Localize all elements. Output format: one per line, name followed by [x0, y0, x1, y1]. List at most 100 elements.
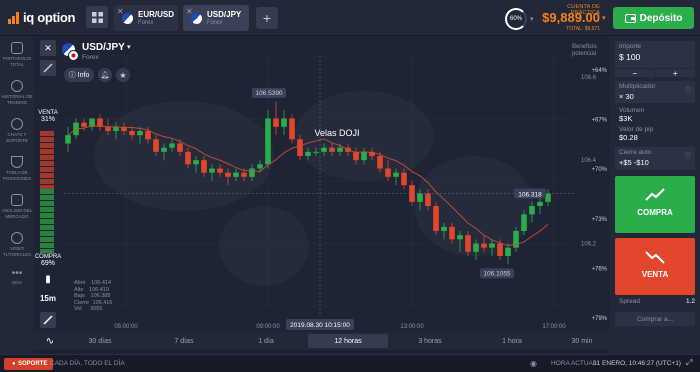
time-label: HORA ACTUAL:: [551, 360, 599, 367]
multiplier-value: × 30: [619, 92, 634, 101]
amount-value[interactable]: $ 100: [615, 52, 695, 62]
sidebar-item-analysis[interactable]: ANÁLISIS DEL MERCADO: [0, 194, 34, 219]
sidebar-item-label: HISTORIAL DE TRADING: [1, 94, 33, 105]
play-icon: [11, 232, 23, 244]
multiplier-field[interactable]: Multiplicador × 30 ⓘ: [615, 81, 695, 103]
ohlc-label: Vol: [74, 306, 82, 312]
sidebar-item-videos[interactable]: VIDEO TUTORIALES: [0, 232, 34, 257]
candle-body: [377, 156, 383, 169]
profit-tick-label: +67%: [591, 118, 607, 124]
info-icon[interactable]: ⓘ: [685, 85, 691, 94]
sidebar-item-more[interactable]: ••• MÁS: [0, 269, 34, 286]
brand-logo[interactable]: iq option: [8, 10, 75, 25]
chevron-down-icon[interactable]: ▾: [127, 43, 131, 51]
candle-body: [385, 168, 391, 177]
add-tab-button[interactable]: +: [256, 7, 278, 29]
balance-caret-icon[interactable]: ▾: [602, 14, 606, 22]
period-3h[interactable]: 3 horas: [390, 334, 470, 348]
plus-icon: +: [262, 10, 272, 26]
ohlc-value: 3055: [90, 306, 103, 312]
amount-increase-button[interactable]: +: [654, 69, 696, 78]
candle-body: [161, 147, 167, 152]
chat-icon: [11, 118, 23, 130]
assets-grid-button[interactable]: [86, 6, 108, 28]
wave-tool-button[interactable]: ∿: [42, 334, 58, 348]
pip-label: Valor de pip: [619, 126, 654, 133]
candle-body: [289, 118, 295, 140]
sidebar-item-label: MÁS: [12, 280, 22, 285]
candle-body: [217, 168, 223, 173]
balance-value[interactable]: $9,889.00: [540, 10, 600, 25]
pip-value: $0.28: [619, 133, 638, 142]
candle-body: [273, 118, 279, 127]
trend-down-icon: [645, 251, 665, 264]
sidebar-item-history[interactable]: HISTORIAL DE TRADING: [0, 80, 34, 105]
drawing-tools-button[interactable]: [40, 312, 56, 328]
timeframe-button[interactable]: 15m: [36, 294, 60, 308]
candle-body: [105, 126, 111, 131]
auto-close-field[interactable]: Cierre auto +$5 -$10 ⓘ: [615, 147, 695, 170]
current-price-label: 106.318: [518, 192, 542, 199]
favorite-button[interactable]: ★: [116, 68, 130, 82]
sidebar-item-label: VIDEO TUTORIALES: [2, 246, 32, 257]
potential-profit-label: Beneficio potencial: [572, 44, 597, 57]
draw-tool-button[interactable]: [40, 60, 56, 76]
sidebar-item-label: TABLA DE POSICIONES: [2, 170, 31, 181]
candle-body: [329, 147, 335, 152]
candle-body: [361, 151, 367, 161]
info-button[interactable]: ⓘ Info: [64, 68, 94, 82]
world-map-shape: [219, 206, 309, 286]
time-value: 31 ENERO, 10:46:27 (UTC+1): [593, 360, 681, 367]
candle-body: [433, 206, 439, 231]
period-30m[interactable]: 30 min: [554, 334, 610, 348]
support-button[interactable]: ● SOPORTE: [4, 358, 54, 370]
close-chart-button[interactable]: ✕: [40, 40, 56, 56]
buy-button[interactable]: COMPRA: [615, 176, 695, 233]
price-tick-label: 106.4: [581, 158, 597, 164]
volume-tool-button[interactable]: ▮: [40, 274, 56, 288]
tab-type: Forex: [207, 20, 223, 26]
spread-label: Spread: [619, 298, 640, 305]
period-12h[interactable]: 12 horas: [308, 334, 388, 348]
period-7d[interactable]: 7 días: [144, 334, 224, 348]
chart-area[interactable]: 106.318 106.5390 106.1055 Velas DOJI 106.6 10…: [34, 36, 610, 332]
chevron-down-icon[interactable]: ▾: [530, 15, 534, 23]
candle-body: [505, 247, 511, 256]
candle-body: [545, 193, 551, 202]
amount-decrease-button[interactable]: −: [615, 69, 655, 78]
sidebar-item-portfolio[interactable]: PORTAFOLIO TOTAL: [0, 42, 34, 67]
candle-body: [449, 226, 455, 240]
alert-button[interactable]: 🔔︎: [98, 68, 112, 82]
doji-annotation: Velas DOJI: [314, 128, 359, 138]
candle-body: [153, 139, 159, 152]
sidebar-item-chat[interactable]: CHATS Y SOPORTE: [0, 118, 34, 143]
candle-body: [137, 131, 143, 136]
candle-body: [321, 147, 327, 152]
sell-button[interactable]: VENTA: [615, 238, 695, 295]
buy-at-button[interactable]: Comprar a...: [615, 312, 695, 326]
candle-body: [65, 135, 71, 144]
ohlc-label: Bajo: [74, 293, 86, 299]
period-30d[interactable]: 30 días: [60, 334, 140, 348]
tab-usd-jpy[interactable]: ✕ USD/JPY Forex: [183, 5, 249, 31]
candle-body: [425, 193, 431, 206]
period-bar: ∿ 30 días 7 días 1 día 12 horas 3 horas …: [34, 332, 610, 350]
candle-body: [529, 206, 535, 215]
period-1h[interactable]: 1 hora: [472, 334, 552, 348]
deposit-button[interactable]: Depósito: [613, 7, 694, 29]
profit-percent-badge[interactable]: 60%: [505, 8, 527, 30]
sound-icon[interactable]: ◉: [530, 359, 537, 368]
sell-label: VENTA: [641, 270, 669, 279]
period-1d[interactable]: 1 día: [226, 334, 306, 348]
wave-icon: ∿: [45, 335, 55, 347]
fullscreen-icon[interactable]: ⤢: [686, 358, 692, 368]
volume-info: Volumen $3K: [619, 107, 644, 123]
tab-eur-usd[interactable]: ✕ EUR/USD Forex: [114, 5, 178, 31]
ohlc-label: Cierre: [74, 299, 89, 306]
sidebar-item-leaderboard[interactable]: TABLA DE POSICIONES: [0, 156, 34, 181]
candle-body: [281, 118, 287, 127]
close-icon: ✕: [44, 42, 52, 53]
info-icon[interactable]: ⓘ: [685, 151, 691, 160]
auto-close-label: Cierre auto: [619, 149, 652, 156]
amount-field[interactable]: Importe $ 100 − +: [615, 41, 696, 78]
